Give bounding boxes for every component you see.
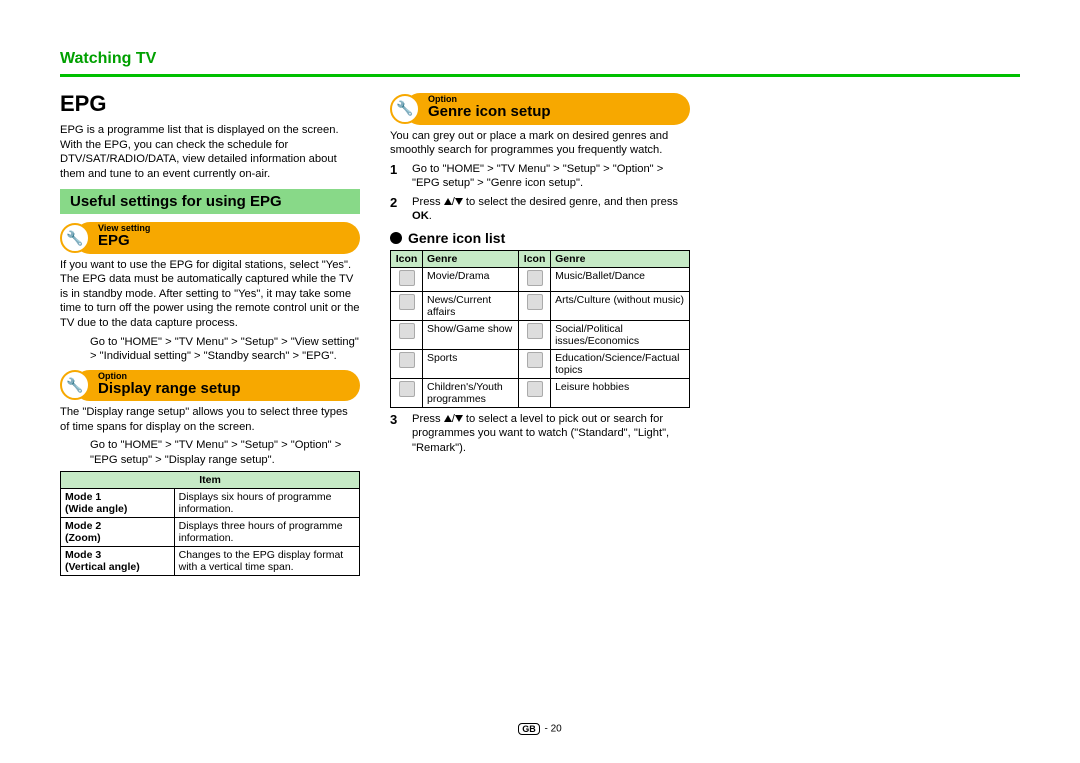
genre-icon: [399, 352, 415, 368]
display-range-path: Go to "HOME" > "TV Menu" > "Setup" > "Op…: [90, 438, 360, 467]
table-header: Item: [61, 472, 360, 489]
genre-icon: [399, 270, 415, 286]
genre-desc: You can grey out or place a mark on desi…: [390, 129, 690, 158]
bullet-icon: [390, 232, 402, 244]
table-row: Mode 1(Wide angle) Displays six hours of…: [61, 489, 360, 518]
genre-icon: [399, 323, 415, 339]
genre-list-heading: Genre icon list: [390, 230, 690, 246]
pill-title: EPG: [98, 233, 348, 250]
wrench-icon: 🔧: [390, 94, 420, 124]
genre-icon: [527, 323, 543, 339]
epg-desc: If you want to use the EPG for digital s…: [60, 258, 360, 331]
pill-display-range: 🔧 Option Display range setup: [60, 370, 360, 402]
genre-icon: [527, 381, 543, 397]
genre-icon: [527, 294, 543, 310]
step-1: 1 Go to "HOME" > "TV Menu" > "Setup" > "…: [390, 162, 690, 191]
table-row: News/Current affairsArts/Culture (withou…: [391, 291, 690, 320]
table-row: Children's/Youth programmesLeisure hobbi…: [391, 378, 690, 407]
table-row: Movie/DramaMusic/Ballet/Dance: [391, 267, 690, 291]
useful-settings-bar: Useful settings for using EPG: [60, 189, 360, 214]
arrow-up-icon: [444, 198, 452, 205]
pill-view-setting: 🔧 View setting EPG: [60, 222, 360, 254]
genre-table: Icon Genre Icon Genre Movie/DramaMusic/B…: [390, 250, 690, 408]
table-row: Show/Game showSocial/Political issues/Ec…: [391, 320, 690, 349]
page-footer: GB - 20: [0, 723, 1080, 735]
table-row: Mode 3(Vertical angle) Changes to the EP…: [61, 547, 360, 576]
intro-text: EPG is a programme list that is displaye…: [60, 123, 360, 181]
mode-table: Item Mode 1(Wide angle) Displays six hou…: [60, 471, 360, 576]
wrench-icon: 🔧: [60, 223, 90, 253]
pill-genre-icon: 🔧 Option Genre icon setup: [390, 93, 690, 125]
step-2: 2 Press / to select the desired genre, a…: [390, 195, 690, 224]
header-rule: [60, 74, 1020, 77]
pill-title: Genre icon setup: [428, 104, 678, 121]
display-range-desc: The "Display range setup" allows you to …: [60, 405, 360, 434]
genre-icon: [399, 381, 415, 397]
gb-badge: GB: [518, 723, 540, 735]
arrow-down-icon: [455, 198, 463, 205]
table-row: SportsEducation/Science/Factual topics: [391, 349, 690, 378]
page-title: EPG: [60, 91, 360, 117]
genre-icon: [527, 352, 543, 368]
arrow-up-icon: [444, 415, 452, 422]
genre-icon: [527, 270, 543, 286]
table-row: Mode 2(Zoom) Displays three hours of pro…: [61, 518, 360, 547]
epg-path: Go to "HOME" > "TV Menu" > "Setup" > "Vi…: [90, 335, 360, 364]
pill-title: Display range setup: [98, 381, 348, 398]
pill-category: View setting: [98, 224, 348, 233]
section-header: Watching TV: [60, 50, 1020, 68]
genre-icon: [399, 294, 415, 310]
arrow-down-icon: [455, 415, 463, 422]
step-3: 3 Press / to select a level to pick out …: [390, 412, 690, 456]
